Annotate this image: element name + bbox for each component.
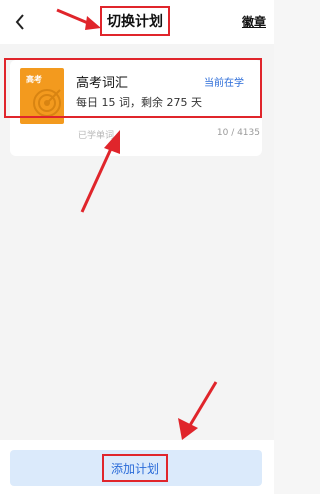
annotation-arrow-button — [178, 381, 218, 440]
add-plan-label[interactable]: 添加计划 — [102, 454, 168, 482]
annotation-arrow-title — [56, 8, 101, 30]
back-button[interactable] — [8, 8, 32, 36]
top-nav: 切换计划 徽章 — [0, 0, 274, 44]
badge-link[interactable]: 徽章 — [242, 13, 266, 30]
annotation-arrow-card — [80, 130, 120, 213]
page-title: 切换计划 — [100, 6, 170, 36]
annotation-highlight-card — [4, 58, 262, 118]
chevron-left-icon — [15, 14, 24, 30]
progress-count: 10 / 4135 — [216, 128, 260, 138]
